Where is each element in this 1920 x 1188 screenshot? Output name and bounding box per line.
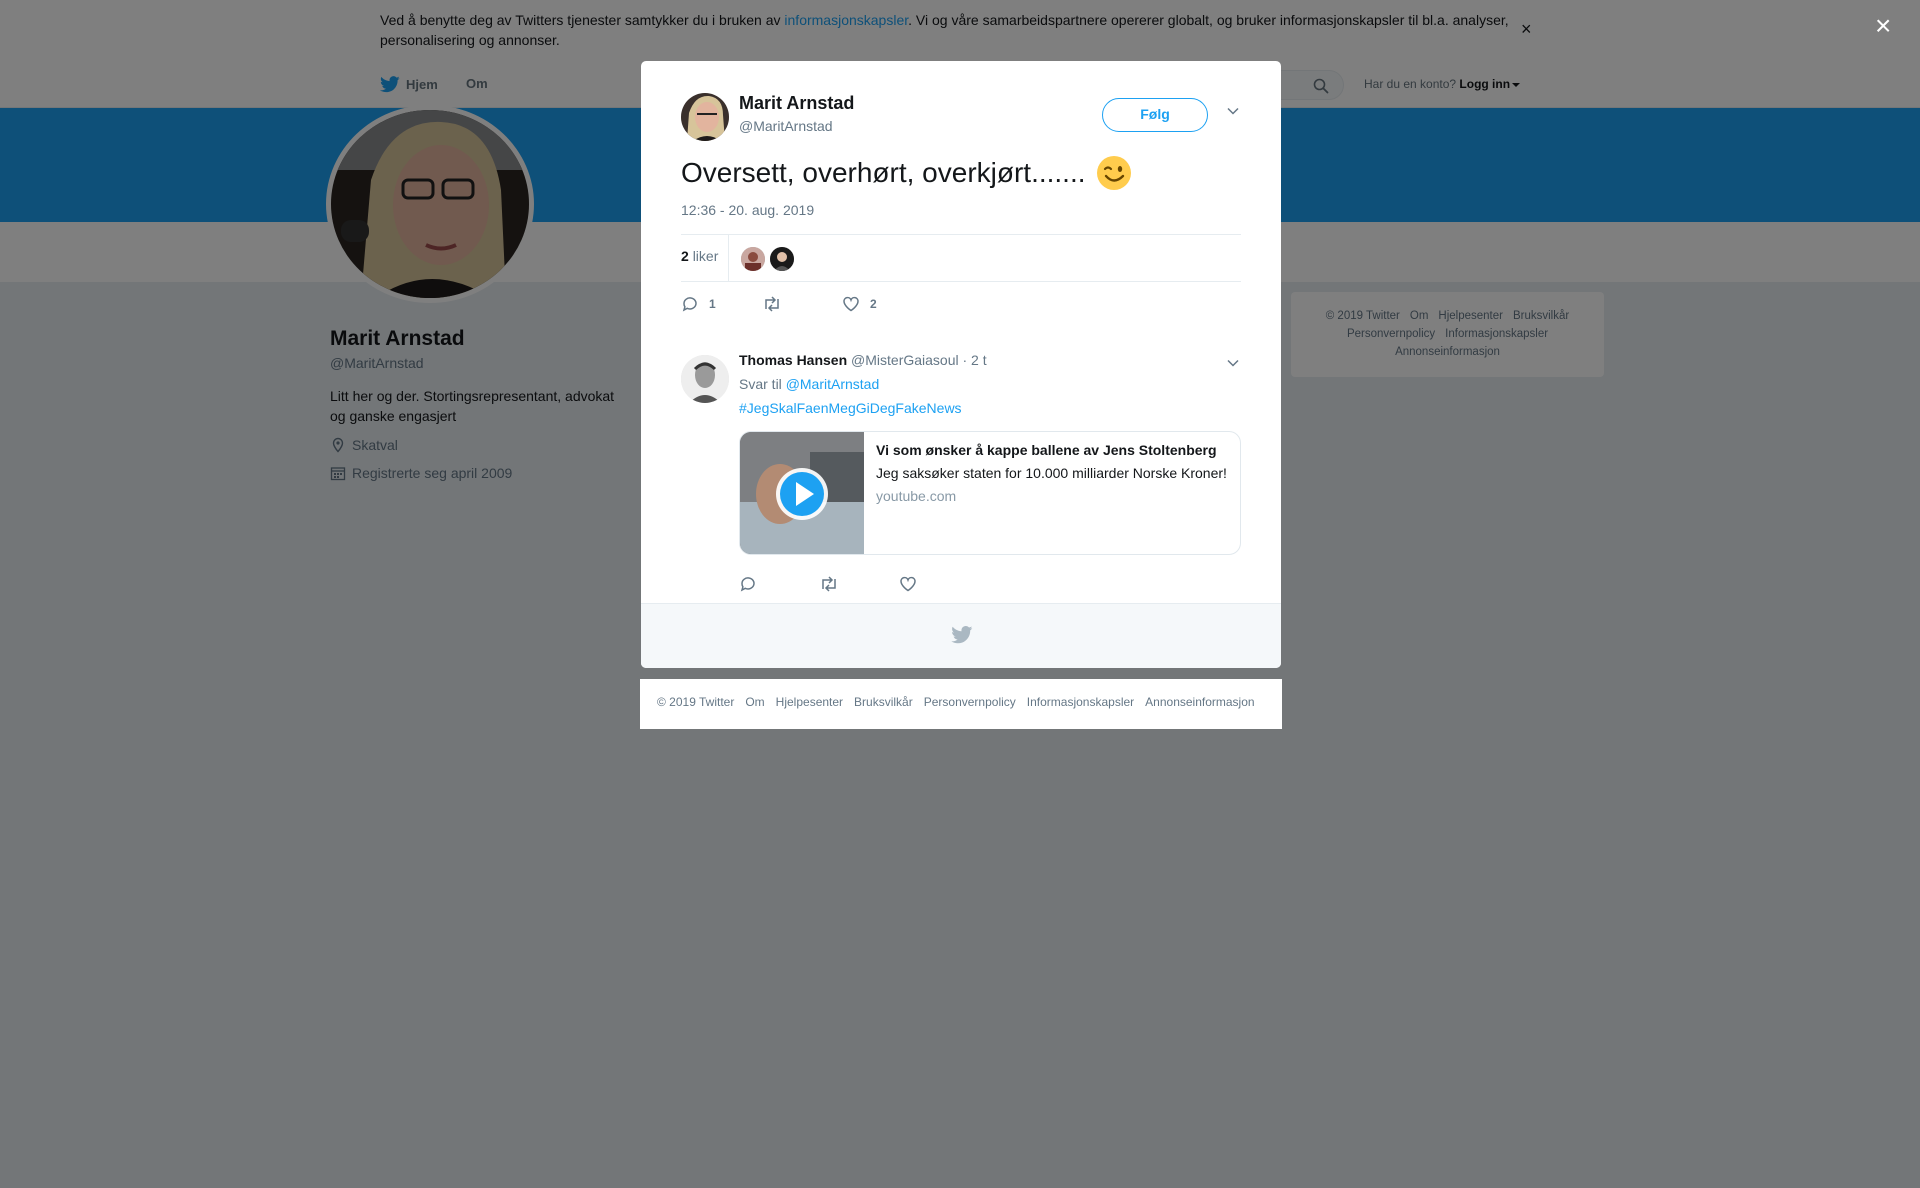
author-handle[interactable]: @MaritArnstad — [739, 118, 833, 134]
footer-copyright: © 2019 Twitter — [657, 695, 735, 709]
tweet-timestamp[interactable]: 12:36 - 20. aug. 2019 — [681, 202, 814, 218]
reply-icon[interactable] — [739, 575, 757, 593]
reply-icon — [682, 297, 697, 312]
card-thumbnail-image — [740, 432, 864, 554]
retweet-icon[interactable] — [819, 575, 839, 593]
follow-button[interactable]: Følg — [1102, 98, 1208, 132]
stats-divider — [728, 235, 729, 282]
liker-photo — [770, 247, 794, 271]
reply-button[interactable]: 1 — [681, 295, 716, 313]
reply-to-prefix: Svar til — [739, 376, 782, 392]
card-description: Jeg saksøker staten for 10.000 milliarde… — [876, 465, 1227, 481]
reply-author-photo — [681, 355, 729, 403]
author-photo — [681, 93, 729, 141]
reply-to-link[interactable]: @MaritArnstad — [786, 376, 880, 392]
tweet-stats: 2 liker — [681, 234, 1241, 282]
like-button[interactable]: 2 — [842, 295, 877, 313]
chevron-down-icon[interactable] — [1226, 104, 1240, 118]
tweet-actions: 1 2 — [681, 295, 1081, 319]
reply-author-name[interactable]: Thomas Hansen — [739, 352, 847, 368]
heart-icon[interactable] — [899, 575, 917, 593]
reply-author-handle[interactable]: @MisterGaiasoul — [851, 352, 959, 368]
footer-link-about[interactable]: Om — [745, 695, 764, 709]
close-icon[interactable]: × — [1875, 12, 1891, 40]
tweet-text-content: Oversett, overhørt, overkjørt....... — [681, 157, 1086, 188]
footer-link-ads-info[interactable]: Annonseinformasjon — [1145, 695, 1254, 709]
chevron-down-icon[interactable] — [1226, 356, 1240, 370]
reply-count: 1 — [709, 297, 716, 311]
likes-number: 2 — [681, 248, 689, 264]
link-card[interactable]: Vi som ønsker å kappe ballene av Jens St… — [739, 431, 1241, 555]
reply-actions — [739, 575, 1039, 595]
author-avatar[interactable] — [681, 93, 729, 141]
reply-author-avatar[interactable] — [681, 355, 729, 403]
twitter-bird-icon — [951, 626, 973, 644]
page-footer: © 2019 Twitter Om Hjelpesenter Bruksvilkår P… — [640, 679, 1282, 729]
likes-count[interactable]: 2 liker — [681, 248, 718, 264]
card-domain: youtube.com — [876, 488, 957, 504]
footer-link-cookies[interactable]: Informasjonskapsler — [1027, 695, 1134, 709]
wink-emoji-icon — [1096, 156, 1131, 190]
liker-avatar[interactable] — [770, 247, 794, 271]
card-thumbnail[interactable] — [740, 432, 864, 554]
card-title: Vi som ønsker å kappe ballene av Jens St… — [876, 442, 1217, 458]
reply-time[interactable]: · 2 t — [963, 352, 987, 368]
tweet-modal: Marit Arnstad @MaritArnstad Følg Overset… — [641, 61, 1281, 668]
heart-icon — [843, 296, 859, 312]
tweet-text: Oversett, overhørt, overkjørt....... — [681, 153, 1132, 193]
likes-label: liker — [692, 248, 719, 264]
retweet-icon — [765, 296, 779, 312]
footer-link-terms[interactable]: Bruksvilkår — [854, 695, 913, 709]
retweet-button[interactable] — [762, 295, 782, 313]
modal-footer — [641, 603, 1281, 668]
footer-link-help[interactable]: Hjelpesenter — [776, 695, 843, 709]
liker-avatar[interactable] — [741, 247, 765, 271]
like-count: 2 — [870, 297, 877, 311]
reply-hashtag[interactable]: #JegSkalFaenMegGiDegFakeNews — [739, 400, 962, 416]
reply-to-line: Svar til @MaritArnstad — [739, 376, 879, 392]
footer-link-privacy[interactable]: Personvernpolicy — [924, 695, 1016, 709]
reply-header: Thomas Hansen @MisterGaiasoul · 2 t — [739, 352, 987, 368]
liker-photo — [741, 247, 765, 271]
author-name[interactable]: Marit Arnstad — [739, 93, 854, 114]
